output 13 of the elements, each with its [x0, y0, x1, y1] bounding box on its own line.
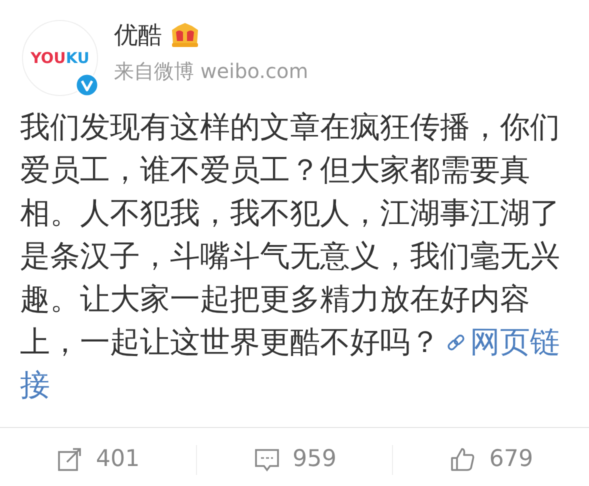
link-icon: [446, 333, 466, 353]
web-link[interactable]: 网页链: [470, 325, 560, 360]
repost-button[interactable]: 401: [0, 441, 196, 478]
logo-text: KU: [66, 48, 90, 67]
logo-text: YOU: [30, 48, 66, 67]
web-link[interactable]: 接: [20, 368, 50, 403]
post-text: 我们发现有这样的文章在疯狂传播，你们爱员工，谁不爱员工？但大家都需要真相。人不犯我，我不犯人，江湖事江湖了是条汉子，斗嘴斗气无意义，我们毫无兴趣。让大家一起把更多精力放在好内容上，一起让这世界更酷不好吗？ 网页链 接: [20, 109, 560, 405]
repost-icon: [56, 446, 84, 474]
post-source: 来自微博 weibo.com: [114, 58, 308, 84]
avatar[interactable]: YOUKU: [22, 20, 98, 96]
comment-button[interactable]: 959: [196, 441, 392, 478]
account-name: 优酷: [114, 20, 162, 50]
like-button[interactable]: 679: [393, 441, 589, 478]
